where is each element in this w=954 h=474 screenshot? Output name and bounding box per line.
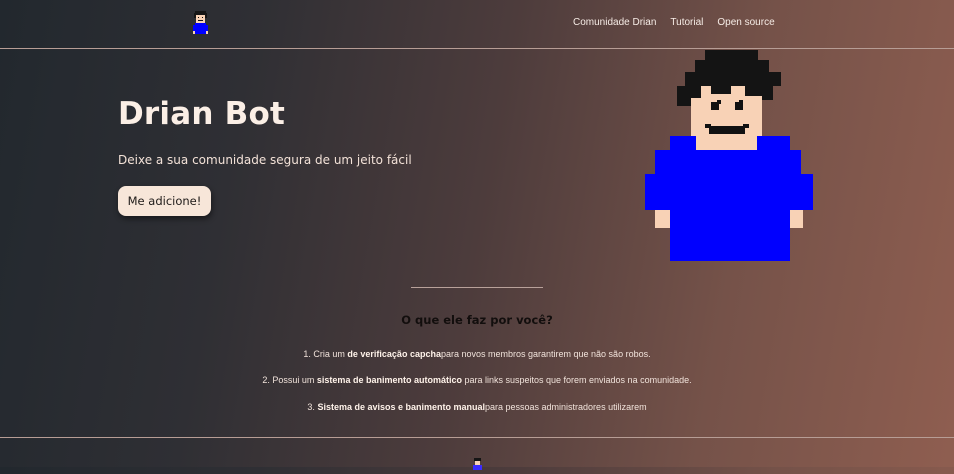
- feature-highlight: de verificação capcha: [347, 349, 441, 359]
- feature-item-captcha: 1. Cria um de verificação capchapara nov…: [0, 349, 954, 359]
- feature-prefix: 3.: [307, 402, 318, 412]
- footer-divider: [0, 437, 954, 438]
- add-bot-button[interactable]: Me adicione!: [118, 186, 211, 216]
- feature-item-manual-ban: 3. Sistema de avisos e banimento manualp…: [0, 402, 954, 412]
- nav-link-open-source[interactable]: Open source: [717, 17, 774, 28]
- top-navbar: Comunidade Drian Tutorial Open source: [0, 0, 954, 49]
- section-divider: [411, 287, 543, 288]
- nav-links: Comunidade Drian Tutorial Open source: [573, 17, 775, 28]
- footer-avatar-icon: [472, 455, 483, 474]
- nav-link-comunidade-drian[interactable]: Comunidade Drian: [573, 17, 656, 28]
- features-title: O que ele faz por você?: [401, 313, 553, 327]
- pixel-avatar-icon: [645, 50, 813, 266]
- feature-prefix: 2. Possui um: [262, 375, 317, 385]
- feature-suffix: para novos membros garantirem que não sã…: [440, 349, 651, 359]
- pixel-avatar-logo-icon[interactable]: [192, 11, 209, 41]
- feature-suffix: para links suspeitos que forem enviados …: [461, 375, 692, 385]
- feature-highlight: Sistema de avisos e banimento manual: [317, 402, 485, 412]
- feature-item-auto-ban: 2. Possui um sistema de banimento automá…: [0, 375, 954, 385]
- feature-suffix: para pessoas administradores utilizarem: [485, 402, 647, 412]
- hero-subtitle: Deixe a sua comunidade segura de um jeit…: [118, 153, 412, 167]
- nav-link-tutorial[interactable]: Tutorial: [670, 17, 703, 28]
- feature-highlight: sistema de banimento automático: [316, 375, 462, 385]
- feature-prefix: 1. Cria um: [303, 349, 348, 359]
- hero-title: Drian Bot: [118, 96, 285, 132]
